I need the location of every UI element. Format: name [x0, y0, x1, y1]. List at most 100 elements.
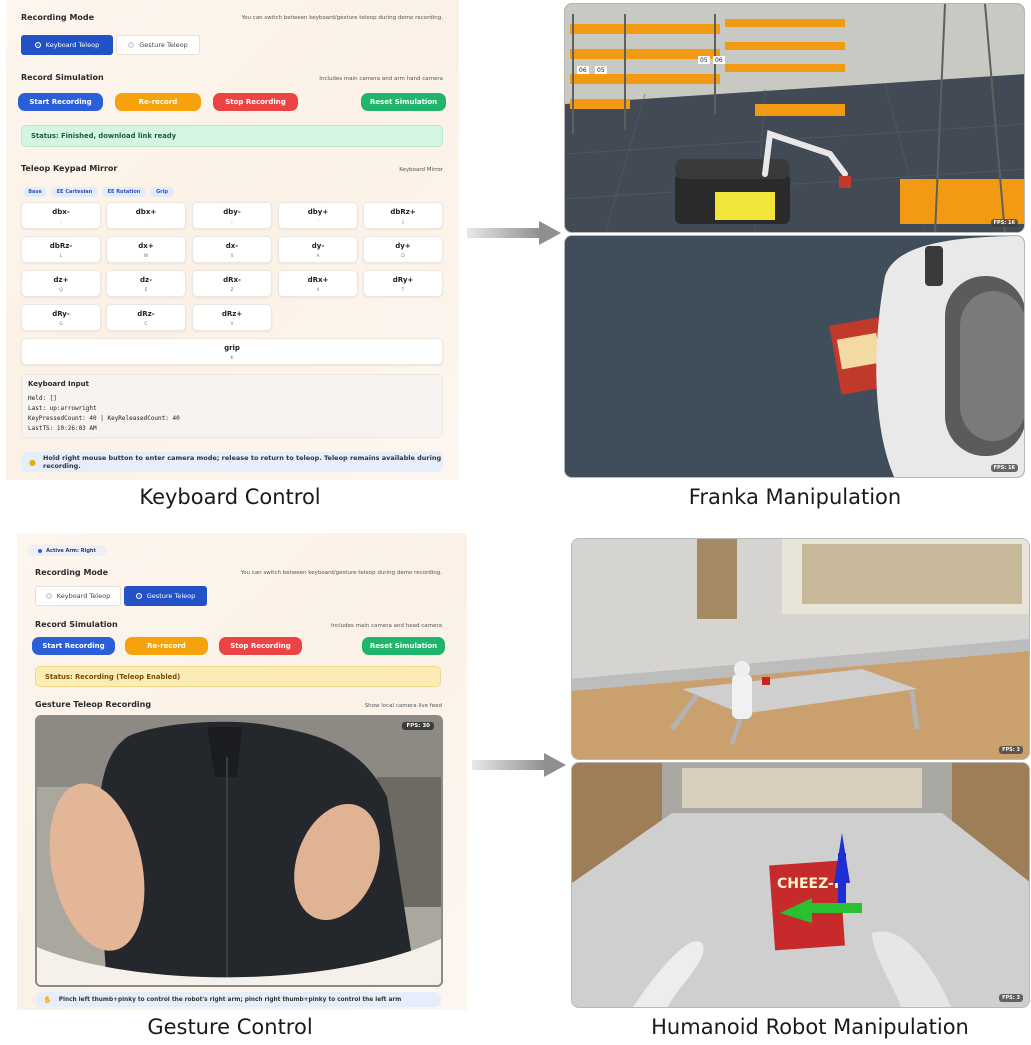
- record-simulation-note: Includes main camera and head camera: [331, 623, 442, 629]
- key-dy-minus[interactable]: dy- A: [278, 236, 358, 263]
- key-dby-minus[interactable]: dby-;: [192, 202, 272, 229]
- record-simulation-title: Record Simulation: [35, 620, 118, 629]
- franka-hand-camera-view: FPS: 16: [564, 235, 1025, 478]
- status-banner: Status: Recording (Teleop Enabled): [35, 666, 441, 687]
- key-label: dbRz-: [49, 242, 73, 250]
- active-arm-badge: Active Arm: Right: [27, 545, 107, 556]
- key-shortcut: Z: [230, 288, 234, 293]
- gesture-recording-note: Show local camera live feed: [364, 703, 442, 709]
- hand-icon: ✋: [43, 995, 52, 1004]
- key-label: dx+: [138, 242, 154, 250]
- chip-ee-cartesian[interactable]: EE Cartesian: [51, 187, 98, 197]
- key-dx-plus[interactable]: dx+ W: [106, 236, 186, 263]
- recording-mode-title: Recording Mode: [35, 568, 109, 577]
- head-camera-image: CHEEZ-IT: [572, 763, 1029, 1007]
- key-shortcut: E: [144, 288, 148, 293]
- arrow-right-icon: [467, 221, 561, 245]
- franka-warehouse-view: 06 05 05 06 FPS: 16: [564, 3, 1025, 233]
- key-drx-plus[interactable]: dRx+ X: [278, 270, 358, 297]
- record-simulation-note: Includes main camera and arm hand camera: [319, 76, 443, 82]
- key-dry-minus[interactable]: dRy- G: [21, 304, 101, 331]
- key-shortcut: A: [316, 254, 320, 259]
- gesture-teleop-label: Gesture Teleop: [139, 41, 188, 49]
- key-shortcut: K: [230, 356, 234, 361]
- start-recording-button[interactable]: Start Recording: [18, 93, 103, 111]
- arrow-right-icon: [472, 753, 566, 777]
- key-drx-minus[interactable]: dRx- Z: [192, 270, 272, 297]
- keypad-note: Keyboard Mirror: [399, 167, 443, 173]
- fps-badge: FPS: 16: [990, 464, 1018, 472]
- key-label: dbx-: [52, 208, 70, 216]
- key-dz-minus[interactable]: dz- E: [106, 270, 186, 297]
- key-dry-plus[interactable]: dRy+ T: [363, 270, 443, 297]
- record-simulation-title: Record Simulation: [21, 73, 104, 82]
- chip-ee-rotation[interactable]: EE Rotation: [102, 187, 146, 197]
- keyboard-teleop-toggle[interactable]: Keyboard Teleop: [21, 35, 113, 55]
- caption-keyboard: Keyboard Control: [139, 485, 321, 509]
- shelf-tag: 06: [715, 57, 723, 64]
- reset-simulation-button[interactable]: Reset Simulation: [361, 93, 446, 111]
- pinch-hint: ✋ Pinch left thumb+pinky to control the …: [35, 992, 441, 1007]
- key-dx-minus[interactable]: dx- S: [192, 236, 272, 263]
- key-shortcut: X: [316, 288, 320, 293]
- key-shortcut: T: [401, 288, 405, 293]
- key-shortcut: V: [230, 322, 234, 327]
- hint-text: Pinch left thumb+pinky to control the ro…: [58, 996, 402, 1003]
- keypad-title: Teleop Keypad Mirror: [21, 164, 118, 173]
- webcam-image: [37, 717, 441, 985]
- key-label: dRx-: [223, 276, 241, 284]
- chip-grip[interactable]: Grip: [150, 187, 174, 197]
- counts-text: KeyPressedCount: 40 | KeyReleasedCount: …: [28, 415, 180, 422]
- shelf-tag: 06: [579, 67, 587, 74]
- key-dbx-minus[interactable]: dbx-,: [21, 202, 101, 229]
- key-shortcut: L: [59, 254, 63, 259]
- radio-icon: [45, 593, 52, 599]
- key-shortcut: W: [143, 254, 149, 259]
- rerecord-button[interactable]: Re-record: [115, 93, 201, 111]
- key-dbrz-minus[interactable]: dbRz- L: [21, 236, 101, 263]
- chip-base[interactable]: Base: [23, 187, 47, 197]
- key-label: dRz+: [221, 310, 243, 318]
- key-label: dRz-: [137, 310, 155, 318]
- caption-franka: Franka Manipulation: [688, 485, 902, 509]
- stop-recording-button[interactable]: Stop Recording: [219, 637, 302, 655]
- humanoid-head-camera-view: CHEEZ-IT FPS: 3: [571, 762, 1030, 1008]
- stop-recording-button[interactable]: Stop Recording: [213, 93, 298, 111]
- key-dbrz-plus[interactable]: dbRz+ J: [363, 202, 443, 229]
- key-label: dby+: [307, 208, 329, 216]
- keyboard-teleop-toggle[interactable]: Keyboard Teleop: [35, 586, 121, 606]
- keyboard-input-title: Keyboard Input: [28, 380, 89, 388]
- key-shortcut: ': [317, 220, 319, 225]
- held-text: Held: []: [28, 395, 57, 402]
- fps-badge: FPS: 30: [402, 722, 434, 730]
- key-shortcut: Q: [59, 288, 63, 293]
- status-banner: Status: Finished, download link ready: [21, 125, 443, 147]
- key-dby-plus[interactable]: dby+ ': [278, 202, 358, 229]
- key-dz-plus[interactable]: dz+ Q: [21, 270, 101, 297]
- key-shortcut: ;: [231, 220, 233, 225]
- lightbulb-icon: ●: [29, 457, 36, 467]
- arm-dot-icon: [38, 548, 43, 553]
- key-shortcut: D: [401, 254, 405, 259]
- gesture-teleop-toggle[interactable]: Gesture Teleop: [116, 35, 200, 55]
- recording-mode-note: You can switch between keyboard/gesture …: [240, 570, 442, 576]
- key-shortcut: C: [144, 322, 148, 327]
- key-drz-minus[interactable]: dRz- C: [106, 304, 186, 331]
- humanoid-room-view: FPS: 3: [571, 538, 1030, 760]
- fps-badge: FPS: 16: [990, 219, 1018, 227]
- key-dy-plus[interactable]: dy+ D: [363, 236, 443, 263]
- key-drz-plus[interactable]: dRz+ V: [192, 304, 272, 331]
- key-dbx-plus[interactable]: dbx+.: [106, 202, 186, 229]
- reset-simulation-button[interactable]: Reset Simulation: [362, 637, 445, 655]
- gesture-teleop-toggle[interactable]: Gesture Teleop: [124, 586, 207, 606]
- key-label: grip: [224, 344, 240, 352]
- rerecord-button[interactable]: Re-record: [125, 637, 208, 655]
- start-recording-button[interactable]: Start Recording: [32, 637, 115, 655]
- key-grip[interactable]: grip K: [21, 338, 443, 365]
- keyboard-teleop-label: Keyboard Teleop: [56, 592, 111, 600]
- gesture-teleop-label: Gesture Teleop: [146, 592, 196, 600]
- recording-mode-note: You can switch between keyboard/gesture …: [241, 15, 443, 21]
- hand-camera-scene-image: [565, 236, 1024, 477]
- key-shortcut: S: [230, 254, 234, 259]
- key-label: dy-: [311, 242, 325, 250]
